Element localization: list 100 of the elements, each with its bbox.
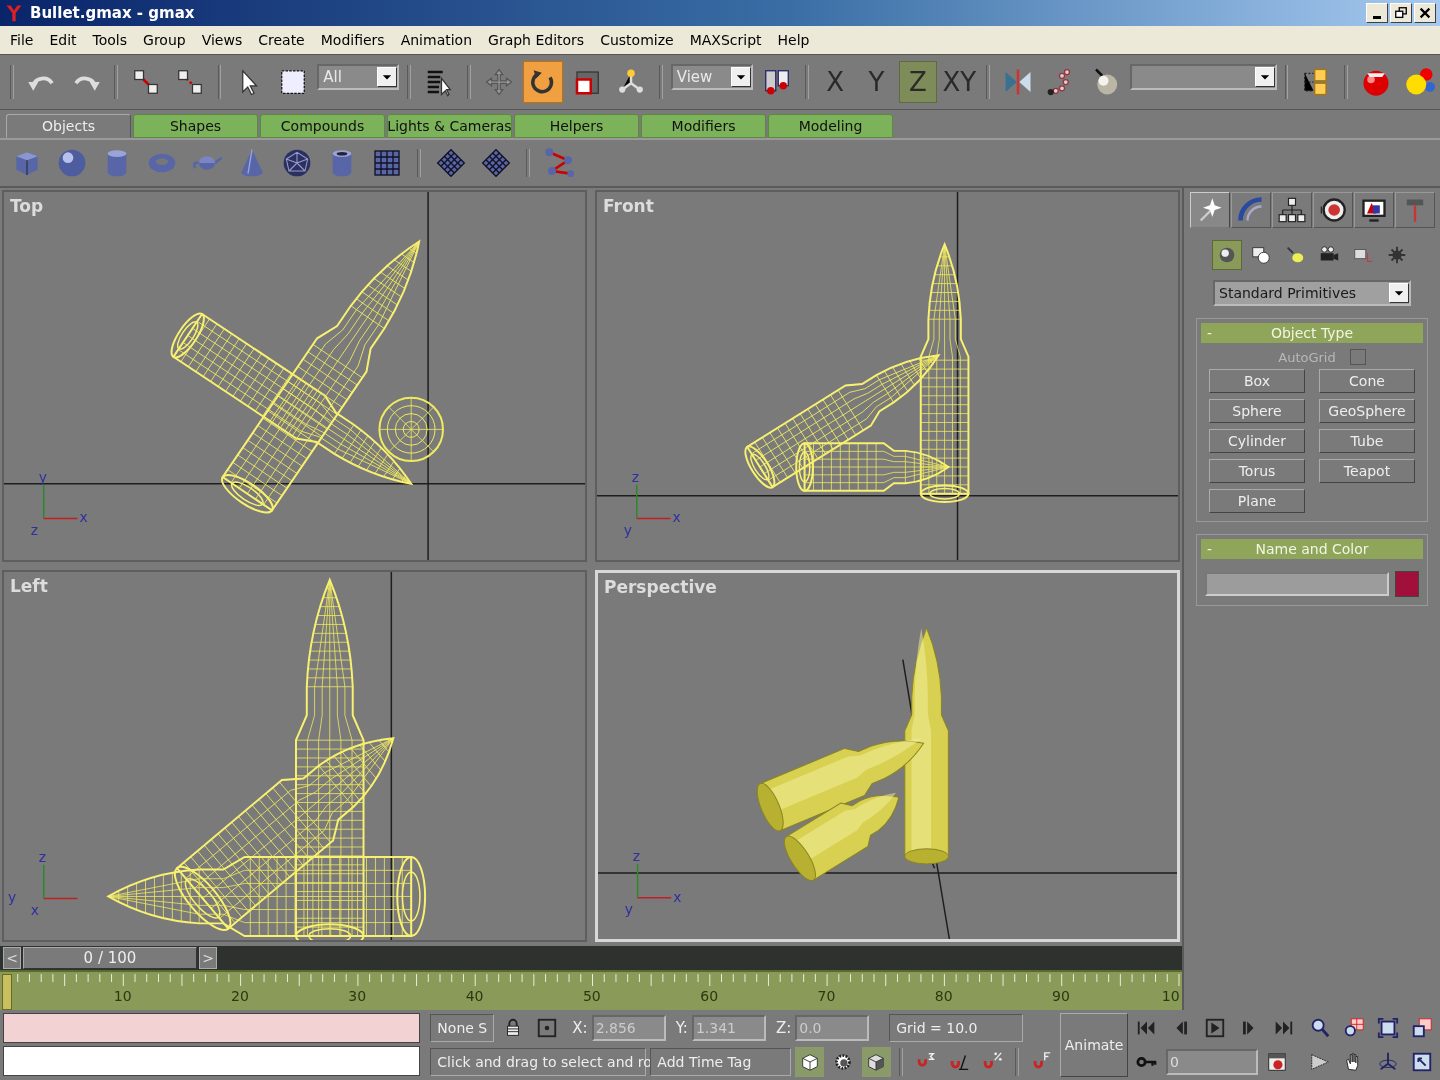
time-marker xyxy=(2,974,12,1010)
shapes-icon xyxy=(1250,244,1272,266)
menu-item[interactable]: Edit xyxy=(41,32,85,48)
close-icon xyxy=(1418,6,1432,20)
tab[interactable]: Modifiers xyxy=(641,114,766,138)
macro-recorder-field[interactable] xyxy=(3,1013,421,1043)
rollout-title: Object Type xyxy=(1269,325,1355,341)
coordinate-field[interactable]: 2.856 xyxy=(591,1015,666,1041)
axis-label: y xyxy=(38,468,47,485)
dropdown[interactable]: All xyxy=(317,64,400,90)
axis-tripod-icon xyxy=(636,484,672,520)
axis-label: y xyxy=(7,889,17,906)
coordinate-field[interactable]: 1.341 xyxy=(691,1015,766,1041)
object-type-button[interactable]: Box xyxy=(1209,369,1305,393)
menu-item[interactable]: Group xyxy=(135,32,194,48)
menu-item[interactable]: Animation xyxy=(392,32,481,48)
current-frame-field[interactable]: 0 xyxy=(1165,1049,1258,1075)
sphere-icon xyxy=(56,147,88,179)
viewport-label: Left xyxy=(10,576,48,596)
script-listener-field[interactable] xyxy=(3,1046,421,1076)
axis-tripod-icon xyxy=(636,863,672,899)
motion-tab[interactable] xyxy=(1312,192,1353,228)
tab[interactable]: Compounds xyxy=(260,114,385,138)
tab[interactable]: Shapes xyxy=(133,114,258,138)
wheel-icon xyxy=(1318,196,1347,224)
object-type-button[interactable]: Tube xyxy=(1319,429,1415,453)
geometry-category-button[interactable] xyxy=(1212,240,1242,270)
object-type-button[interactable]: Plane xyxy=(1209,489,1305,513)
dropdown-arrow-button[interactable] xyxy=(377,67,398,87)
minimize-icon xyxy=(1373,15,1381,19)
tab[interactable]: Lights & Cameras xyxy=(387,114,512,138)
dropdown-arrow-button[interactable] xyxy=(730,67,751,87)
display-tab[interactable] xyxy=(1353,192,1394,228)
dropdown-arrow-button[interactable] xyxy=(1389,283,1409,303)
frame-number: 40 xyxy=(464,988,485,1004)
viewport[interactable]: Perspective z y x xyxy=(595,570,1180,942)
axis-constraint-button[interactable]: XY xyxy=(940,61,978,103)
coordinate-field[interactable]: 0.0 xyxy=(795,1015,870,1041)
tab[interactable]: Helpers xyxy=(514,114,639,138)
axis-label: x xyxy=(30,902,40,919)
menu-item[interactable]: Graph Editors xyxy=(480,32,593,48)
caret-icon xyxy=(734,72,747,82)
viewport[interactable]: Left z y x xyxy=(2,570,587,942)
object-type-button[interactable]: Cylinder xyxy=(1209,429,1305,453)
next-frame-button[interactable]: > xyxy=(199,947,217,969)
restore-button[interactable] xyxy=(1390,3,1412,23)
object-name-field[interactable] xyxy=(1205,572,1389,596)
snap-mode-button[interactable] xyxy=(861,1047,891,1077)
viewport[interactable]: Front z y x xyxy=(595,190,1180,562)
frame-ruler[interactable]: 10 20 30 40 50 60 70 80 90 10 xyxy=(0,970,1182,1010)
menu-item[interactable]: Customize xyxy=(592,32,682,48)
add-time-tag-button[interactable]: Add Time Tag xyxy=(650,1048,791,1076)
create-tab[interactable] xyxy=(1189,192,1230,228)
tab[interactable]: Objects xyxy=(6,114,131,138)
menu-item[interactable]: Views xyxy=(193,32,251,48)
axis-constraint-button[interactable]: Y xyxy=(857,61,896,103)
object-type-button[interactable]: Cone xyxy=(1319,369,1415,393)
autogrid-label: AutoGrid xyxy=(1278,349,1336,365)
category-dropdown[interactable]: Standard Primitives xyxy=(1213,280,1411,306)
dropdown[interactable] xyxy=(1129,64,1277,90)
menu-item[interactable]: Help xyxy=(769,32,818,48)
menu-item[interactable]: Modifiers xyxy=(312,32,393,48)
coordinate-label: Y: xyxy=(675,1019,688,1037)
space-warp-icon xyxy=(1386,244,1408,266)
rotate-button[interactable] xyxy=(523,61,563,103)
rollout-header[interactable]: - Name and Color xyxy=(1201,539,1423,559)
axis-constraint-button[interactable]: X xyxy=(816,61,854,103)
minimize-button[interactable] xyxy=(1366,3,1388,23)
object-type-button[interactable]: GeoSphere xyxy=(1319,399,1415,423)
axis-constraint-button[interactable]: Z xyxy=(899,61,937,103)
viewport[interactable]: Top y z x xyxy=(2,190,587,562)
menu-item[interactable]: Tools xyxy=(84,32,136,48)
close-button[interactable] xyxy=(1414,3,1436,23)
axis-tripod-icon xyxy=(43,864,79,900)
axis-label: z xyxy=(632,848,640,865)
tab[interactable]: Modeling xyxy=(768,114,893,138)
connect-icon xyxy=(544,147,576,179)
frame-number: 90 xyxy=(1051,988,1071,1004)
animate-button[interactable]: Animate xyxy=(1060,1013,1128,1077)
axis-tripod-icon xyxy=(43,484,79,520)
dropdown[interactable]: View xyxy=(670,64,753,90)
maximize-viewport-icon xyxy=(1410,1051,1433,1073)
rollout-header[interactable]: - Object Type xyxy=(1201,323,1423,343)
collapse-toggle[interactable]: - xyxy=(1201,325,1227,341)
axis-label: z xyxy=(38,848,47,865)
hierarchy-tab[interactable] xyxy=(1271,192,1312,228)
menu-item[interactable]: Create xyxy=(250,32,313,48)
previous-frame-button[interactable]: < xyxy=(3,947,21,969)
color-swatch[interactable] xyxy=(1395,571,1419,597)
modify-tab[interactable] xyxy=(1230,192,1271,228)
collapse-toggle[interactable]: - xyxy=(1201,541,1227,557)
dropdown-arrow-button[interactable] xyxy=(1254,67,1275,87)
coordinate-label: Z: xyxy=(775,1019,792,1037)
menu-item[interactable]: File xyxy=(2,32,42,48)
field-of-view-icon xyxy=(1308,1051,1331,1073)
object-type-button[interactable]: Sphere xyxy=(1209,399,1305,423)
snap-mode-button[interactable] xyxy=(794,1047,825,1077)
object-type-button[interactable]: Teapot xyxy=(1319,459,1415,483)
object-type-button[interactable]: Torus xyxy=(1209,459,1305,483)
menu-item[interactable]: MAXScript xyxy=(681,32,770,48)
